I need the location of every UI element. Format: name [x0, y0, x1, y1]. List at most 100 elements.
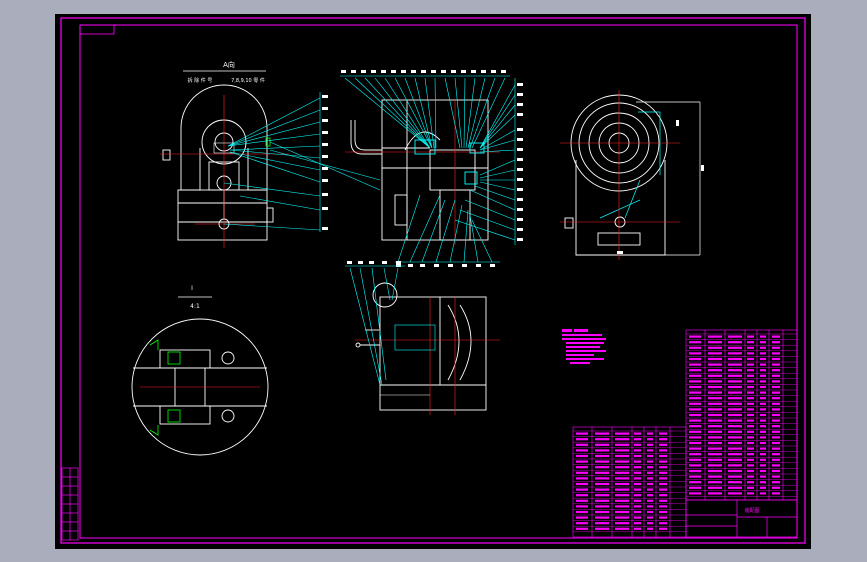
- parts-list-cell-mark: [760, 447, 766, 450]
- parts-list-cell-mark: [728, 425, 742, 428]
- parts-list-cell-mark: [772, 419, 780, 422]
- parts-list-cell-mark: [659, 494, 667, 497]
- parts-list-cell-mark: [708, 352, 722, 355]
- parts-list-cell-mark: [647, 460, 653, 463]
- parts-list-cell-mark: [708, 475, 722, 478]
- parts-list-cell-mark: [634, 505, 641, 508]
- parts-list-cell-mark: [747, 352, 754, 355]
- parts-list-cell-mark: [747, 419, 754, 422]
- parts-list-cell-mark: [772, 357, 780, 361]
- parts-list-cell-mark: [689, 402, 701, 405]
- parts-list-cell-mark: [760, 441, 766, 445]
- parts-list-cell-mark: [689, 357, 701, 361]
- parts-list-cell-mark: [595, 477, 609, 480]
- parts-list-cell-mark: [728, 430, 742, 433]
- parts-list-cell-mark: [615, 471, 629, 474]
- detail-title: I: [191, 285, 193, 292]
- parts-list-cell-mark: [634, 466, 641, 469]
- parts-list-cell-mark: [760, 391, 766, 394]
- right-view-dim-b: [701, 165, 704, 171]
- parts-list-cell-mark: [615, 494, 629, 497]
- parts-list-cell-mark: [689, 352, 701, 355]
- parts-list-cell-mark: [747, 413, 754, 417]
- parts-list-cell-mark: [760, 413, 766, 417]
- parts-list-cell-mark: [760, 436, 766, 439]
- parts-list-cell-mark: [760, 453, 766, 456]
- parts-list-cell-mark: [689, 486, 701, 489]
- parts-list-cell-mark: [689, 380, 701, 383]
- parts-list-cell-mark: [728, 391, 742, 394]
- parts-list-cell-mark: [595, 454, 609, 458]
- parts-list-cell-mark: [576, 522, 588, 525]
- parts-list-cell-mark: [647, 516, 653, 519]
- parts-list-cell-mark: [708, 481, 722, 484]
- parts-list-cell-mark: [576, 454, 588, 458]
- parts-list-cell-mark: [728, 363, 742, 366]
- right-view-dim-c: [617, 251, 623, 254]
- parts-list-cell-mark: [747, 475, 754, 478]
- parts-list-cell-mark: [760, 363, 766, 366]
- parts-list-cell-mark: [772, 486, 780, 489]
- parts-list-cell-mark: [647, 443, 653, 446]
- parts-list-cell-mark: [772, 402, 780, 405]
- parts-list-cell-mark: [595, 527, 609, 530]
- parts-list-cell-mark: [634, 488, 641, 491]
- parts-list-cell-mark: [772, 335, 780, 338]
- parts-list-cell-mark: [689, 453, 701, 456]
- parts-list-cell-mark: [659, 454, 667, 458]
- parts-list-cell-mark: [647, 471, 653, 474]
- parts-list-cell-mark: [689, 408, 701, 411]
- parts-list-cell-mark: [708, 397, 722, 400]
- parts-list-cell-mark: [728, 380, 742, 383]
- parts-list-cell-mark: [576, 488, 588, 491]
- parts-list-cell-mark: [689, 458, 701, 461]
- parts-list-cell-mark: [772, 341, 780, 344]
- parts-list-cell-mark: [728, 397, 742, 400]
- parts-list-cell-mark: [760, 369, 766, 372]
- parts-list-cell-mark: [760, 486, 766, 489]
- parts-list-cell-mark: [747, 369, 754, 372]
- parts-list-cell-mark: [747, 335, 754, 338]
- parts-list-cell-mark: [615, 527, 629, 530]
- parts-list-cell-mark: [689, 464, 701, 467]
- parts-list-cell-mark: [689, 436, 701, 439]
- parts-list-cell-mark: [728, 374, 742, 377]
- parts-list-cell-mark: [647, 438, 653, 441]
- parts-list-cell-mark: [595, 522, 609, 525]
- parts-list-cell-mark: [760, 385, 766, 389]
- parts-list-cell-mark: [689, 369, 701, 372]
- parts-list-cell-mark: [772, 425, 780, 428]
- parts-list-cell-mark: [747, 464, 754, 467]
- parts-list-cell-mark: [708, 341, 722, 344]
- parts-list-cell-mark: [708, 492, 722, 495]
- parts-list-cell-mark: [772, 385, 780, 389]
- parts-list-cell-mark: [576, 527, 588, 530]
- parts-list-cell-mark: [595, 438, 609, 441]
- parts-list-cell-mark: [615, 499, 629, 502]
- parts-list-cell-mark: [689, 425, 701, 428]
- parts-list-cell-mark: [615, 477, 629, 480]
- parts-list-cell-mark: [689, 335, 701, 338]
- parts-list-cell-mark: [728, 402, 742, 405]
- parts-list-cell-mark: [634, 527, 641, 530]
- technical-notes-block: [562, 329, 606, 364]
- parts-list-cell-mark: [689, 341, 701, 344]
- parts-list-cell-mark: [728, 475, 742, 478]
- parts-list-cell-mark: [576, 471, 588, 474]
- parts-list-cell-mark: [728, 413, 742, 417]
- parts-list-cell-mark: [772, 481, 780, 484]
- parts-list-cell-mark: [772, 408, 780, 411]
- parts-list-cell-mark: [772, 458, 780, 461]
- parts-list-cell-mark: [772, 374, 780, 377]
- parts-list-cell-mark: [576, 432, 588, 435]
- parts-list-cell-mark: [747, 397, 754, 400]
- parts-list-cell-mark: [659, 438, 667, 441]
- cad-drawing-canvas[interactable]: A向 拆 除 件 号 7,8,9,10 零 件 I 4:1 装配图: [0, 0, 867, 562]
- parts-list-cell-mark: [708, 464, 722, 467]
- parts-list-cell-mark: [689, 481, 701, 484]
- parts-list-cell-mark: [772, 346, 780, 349]
- parts-list-cell-mark: [747, 391, 754, 394]
- parts-list-cell-mark: [708, 458, 722, 461]
- parts-list-cell-mark: [689, 397, 701, 400]
- parts-list-cell-mark: [747, 346, 754, 349]
